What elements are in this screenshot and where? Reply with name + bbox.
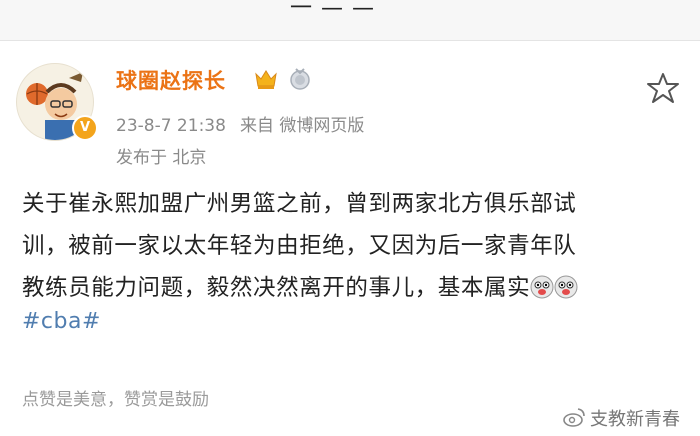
doge-emoji-icon xyxy=(530,275,554,299)
post-source: 来自 微博网页版 xyxy=(239,116,365,136)
content-line: 教练员能力问题，毅然决然离开的事儿，基本属实 xyxy=(22,275,531,301)
post-content: 关于崔永熙加盟广州男篮之前，曾到两家北方俱乐部试 训，被前一家以太年轻为由拒绝，… xyxy=(22,183,678,309)
top-bar: 一 — — xyxy=(0,0,700,41)
content-line-last: 教练员能力问题，毅然决然离开的事儿，基本属实 xyxy=(22,267,678,309)
username[interactable]: 球圈赵探长 xyxy=(116,65,226,95)
weibo-icon xyxy=(563,408,585,427)
doge-emoji-icon xyxy=(554,275,578,299)
content-line: 关于崔永熙加盟广州男篮之前，曾到两家北方俱乐部试 xyxy=(22,191,577,217)
crown-badge-icon[interactable] xyxy=(254,67,278,91)
post-location: 发布于 北京 xyxy=(116,148,207,168)
reward-hint: 点赞是美意，赞赏是鼓励 xyxy=(22,390,209,410)
post-time: 23-8-7 21:38 xyxy=(116,116,226,136)
verified-badge: V xyxy=(72,115,98,141)
hashtag-link[interactable]: #cba# xyxy=(22,309,101,334)
post-meta: 23-8-7 21:38 来自 微博网页版 xyxy=(116,111,364,136)
content-line: 训，被前一家以太年轻为由拒绝，又因为后一家青年队 xyxy=(22,233,577,259)
watermark-text: 支教新青春 xyxy=(590,409,680,430)
top-bar-partial-text: 一 — — xyxy=(290,0,375,21)
medal-badge-icon[interactable] xyxy=(288,67,312,91)
weibo-post-card: V 球圈赵探长 23-8-7 21:38 来自 微博网页版 发布于 北京 关于崔永… xyxy=(0,41,700,436)
watermark: 支教新青春 xyxy=(563,405,680,431)
star-icon[interactable] xyxy=(646,71,680,105)
